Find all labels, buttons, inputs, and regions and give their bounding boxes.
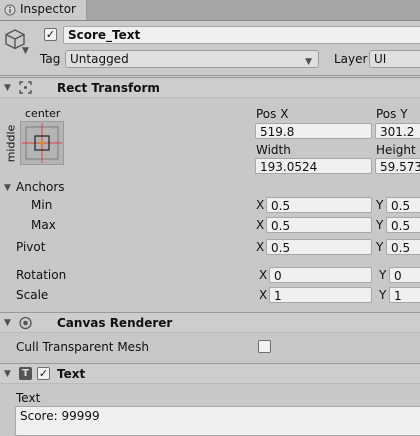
scale-y-axis-label: Y [379, 288, 387, 302]
max-x-axis-label: X [256, 218, 265, 232]
section-title: Canvas Renderer [57, 316, 173, 330]
scale-label: Scale [16, 288, 49, 302]
tab-inspector[interactable]: Inspector [0, 0, 87, 20]
gameobject-header: ▼ ✓ Score_Text Tag Untagged ▼ Layer UI [0, 21, 420, 76]
min-y-axis-label: Y [376, 198, 384, 212]
tab-bar: Inspector [0, 0, 420, 21]
scale-y-field[interactable]: 1 [389, 287, 420, 303]
info-icon [4, 4, 16, 16]
text-enabled-toggle[interactable]: ✓ [37, 367, 50, 380]
max-y-field[interactable]: 0.5 [386, 217, 420, 233]
tag-dropdown[interactable]: Untagged ▼ [65, 50, 319, 68]
chevron-down-icon: ▼ [305, 57, 312, 67]
rotation-y-field[interactable]: 0 [389, 267, 420, 283]
tab-label: Inspector [20, 2, 76, 16]
chevron-down-icon[interactable]: ▼ [4, 369, 11, 379]
scale-x-axis-label: X [259, 288, 268, 302]
height-label: Height [376, 143, 416, 157]
canvas-renderer-header[interactable]: ▼ Canvas Renderer [0, 312, 420, 333]
anchor-preset-side-label: middle [4, 124, 18, 163]
min-x-field[interactable]: 0.5 [266, 197, 372, 213]
chevron-down-icon[interactable]: ▼ [4, 318, 11, 328]
min-label: Min [31, 198, 53, 212]
section-title: Rect Transform [57, 81, 160, 95]
pivot-x-field[interactable]: 0.5 [266, 239, 372, 255]
pivot-y-field[interactable]: 0.5 [386, 239, 420, 255]
text-label: Text [16, 391, 41, 405]
scale-x-field[interactable]: 1 [269, 287, 372, 303]
width-label: Width [256, 143, 291, 157]
rect-transform-icon [19, 81, 32, 94]
pos-y-field[interactable]: 301.2 [375, 123, 420, 139]
cull-transparent-mesh-checkbox[interactable] [258, 340, 271, 353]
layer-value: UI [374, 52, 387, 66]
pos-y-label: Pos Y [376, 107, 408, 121]
anchor-preset-icon [22, 123, 62, 163]
object-name-field[interactable]: Score_Text [63, 26, 420, 44]
pivot-y-axis-label: Y [376, 240, 384, 254]
active-toggle[interactable]: ✓ [44, 28, 57, 41]
anchor-preset-button[interactable] [20, 121, 64, 165]
cull-transparent-mesh-label: Cull Transparent Mesh [16, 340, 149, 354]
chevron-down-icon[interactable]: ▼ [22, 46, 29, 56]
pivot-label: Pivot [16, 240, 46, 254]
tag-value: Untagged [70, 52, 129, 66]
text-t-icon: T [19, 367, 32, 380]
layer-label: Layer [334, 52, 368, 66]
chevron-down-icon[interactable]: ▼ [4, 83, 11, 93]
pos-x-label: Pos X [256, 107, 289, 121]
layer-dropdown[interactable]: UI [369, 50, 420, 68]
min-y-field[interactable]: 0.5 [386, 197, 420, 213]
min-x-axis-label: X [256, 198, 265, 212]
max-x-field[interactable]: 0.5 [266, 217, 372, 233]
pos-x-field[interactable]: 519.8 [255, 123, 372, 139]
rotation-x-field[interactable]: 0 [269, 267, 372, 283]
rotation-y-axis-label: Y [379, 268, 387, 282]
max-label: Max [31, 218, 56, 232]
width-field[interactable]: 193.0524 [255, 158, 372, 174]
max-y-axis-label: Y [376, 218, 384, 232]
rotation-label: Rotation [16, 268, 67, 282]
anchor-preset-top-label: center [25, 107, 61, 120]
anchors-foldout-icon[interactable]: ▼ [4, 183, 11, 193]
rotation-x-axis-label: X [259, 268, 268, 282]
section-title: Text [57, 367, 86, 381]
pivot-x-axis-label: X [256, 240, 265, 254]
anchors-label: Anchors [16, 180, 65, 194]
tag-label: Tag [40, 52, 61, 66]
height-field[interactable]: 59.5731 [375, 158, 420, 174]
text-component-header[interactable]: ▼ T ✓ Text [0, 363, 420, 384]
eye-icon [19, 316, 32, 330]
rect-transform-header[interactable]: ▼ Rect Transform [0, 77, 420, 98]
